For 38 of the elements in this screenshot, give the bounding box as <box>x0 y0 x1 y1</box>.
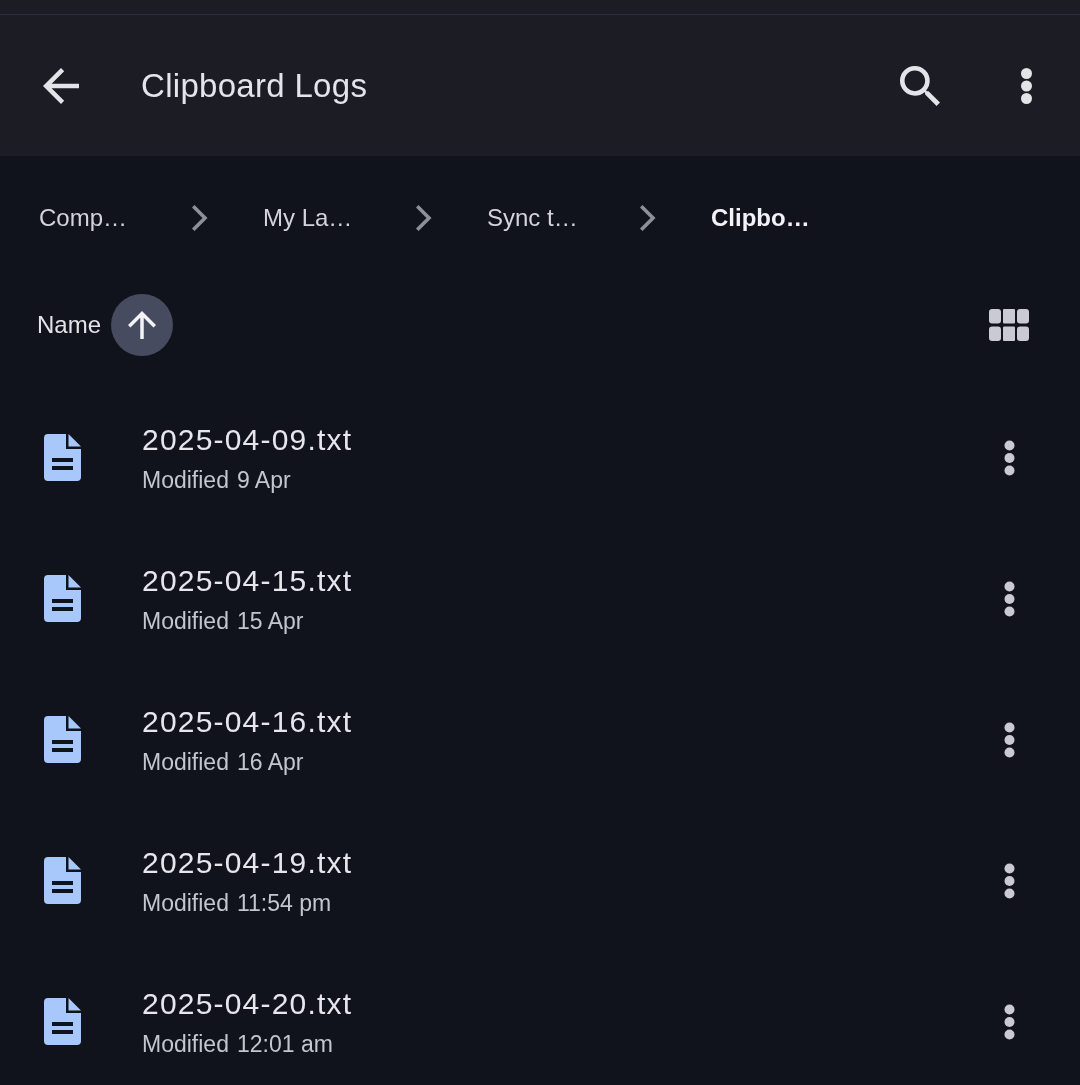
more-icon[interactable] <box>1004 862 1015 899</box>
document-icon <box>44 434 81 481</box>
screen-title: Clipboard Logs <box>141 66 368 105</box>
more-icon[interactable] <box>1021 67 1032 104</box>
file-name[interactable]: 2025-04-19.txt <box>142 845 1004 880</box>
document-icon <box>44 998 81 1045</box>
breadcrumb-item[interactable]: Clipbo… <box>711 204 864 232</box>
document-icon <box>44 857 81 904</box>
breadcrumb-item[interactable]: My La… <box>263 204 416 232</box>
breadcrumb-item[interactable]: Sync t… <box>487 204 640 232</box>
modified-date: 9 Apr <box>236 466 291 493</box>
modified-date: 12:01 am <box>236 1030 333 1057</box>
search-icon[interactable] <box>900 65 940 106</box>
modified-label: Modified <box>142 889 229 916</box>
back-icon[interactable] <box>43 67 79 104</box>
file-name[interactable]: 2025-04-15.txt <box>142 563 1004 598</box>
modified-date: 11:54 pm <box>236 889 332 916</box>
grid-view-icon[interactable] <box>989 309 1029 341</box>
modified-label: Modified <box>142 1030 229 1057</box>
chevron-icon <box>640 205 656 231</box>
modified-label: Modified <box>142 607 229 634</box>
modified-label: Modified <box>142 466 229 493</box>
chevron-icon <box>192 205 208 231</box>
more-icon[interactable] <box>1004 721 1015 758</box>
sort-button[interactable]: Name <box>37 294 174 356</box>
modified-label: Modified <box>142 748 229 775</box>
file-name[interactable]: 2025-04-16.txt <box>142 704 1004 739</box>
document-icon <box>44 575 81 622</box>
more-icon[interactable] <box>1004 1003 1015 1040</box>
chevron-icon <box>416 205 432 231</box>
modified-date: 15 Apr <box>236 607 304 634</box>
file-name[interactable]: 2025-04-20.txt <box>142 986 1004 1021</box>
more-icon[interactable] <box>1004 580 1015 617</box>
breadcrumb-item[interactable]: Comp… <box>39 204 192 232</box>
modified-date: 16 Apr <box>236 748 304 775</box>
more-icon[interactable] <box>1004 439 1015 476</box>
document-icon <box>44 716 81 763</box>
file-name[interactable]: 2025-04-09.txt <box>142 422 1004 457</box>
